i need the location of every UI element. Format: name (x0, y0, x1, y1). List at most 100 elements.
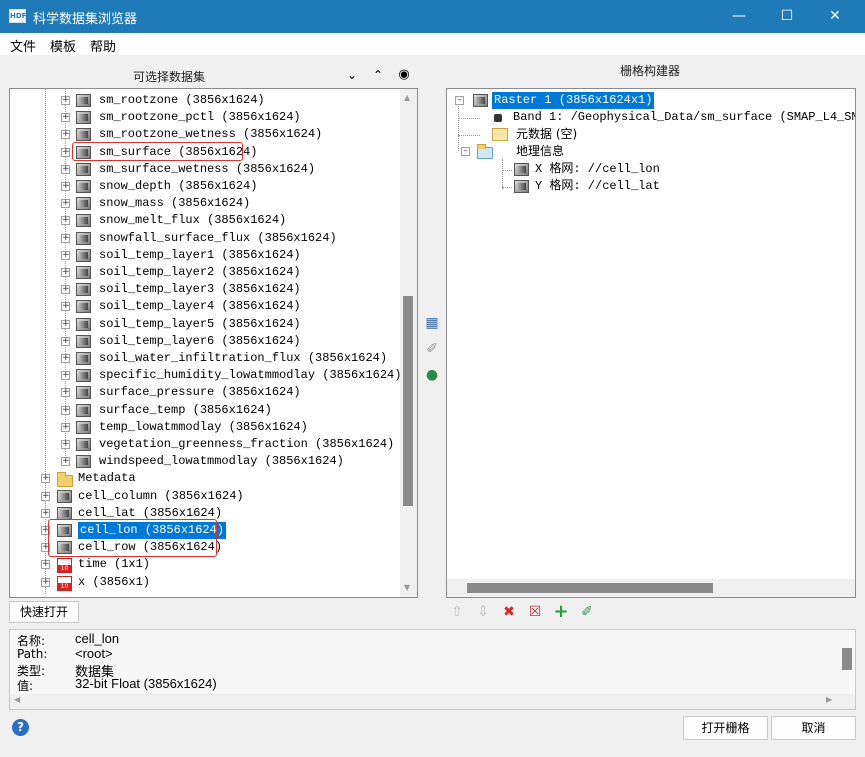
quick-open-button[interactable]: 快速打开 (9, 601, 79, 623)
dataset-item[interactable]: + sm_rootzone (3856x1624) (61, 92, 391, 109)
dataset-item[interactable]: + windspeed_lowatmmodlay (3856x1624) (61, 453, 391, 470)
expand-icon[interactable]: + (61, 319, 70, 329)
minimize-icon[interactable]: — (716, 0, 762, 33)
expand-icon[interactable]: + (41, 474, 50, 484)
expand-icon[interactable]: + (61, 268, 70, 277)
dataset-item[interactable]: + soil_temp_layer4 (3856x1624) (61, 298, 391, 315)
expand-icon[interactable]: + (61, 354, 70, 363)
close-icon[interactable]: ✕ (812, 0, 858, 33)
remove-all-icon[interactable]: ☒ (526, 603, 544, 621)
add-geo-grid-icon[interactable]: ✐ (578, 603, 596, 621)
expand-icon[interactable]: + (61, 250, 70, 260)
binoculars-icon[interactable]: ◉ (395, 66, 413, 84)
open-raster-button[interactable]: 打开栅格 (683, 716, 768, 740)
dataset-item[interactable]: + soil_temp_layer2 (3856x1624) (61, 264, 391, 281)
dataset-icon (76, 420, 91, 434)
menu-help[interactable]: 帮助 (90, 36, 116, 55)
expand-icon[interactable]: + (61, 164, 70, 174)
dataset-icon (76, 283, 91, 297)
highlight-box-cell-lon-row (48, 519, 217, 557)
expand-icon[interactable]: + (61, 96, 70, 105)
expand-icon[interactable]: + (61, 233, 70, 243)
x-grid-label: X 格网: //cell_lon (535, 162, 660, 176)
raster-builder-tree[interactable]: – Raster 1 (3856x1624x1) Band 1: /Geophy… (446, 88, 856, 598)
dataset-item[interactable]: + vegetation_greenness_fraction (3856x162… (61, 436, 394, 453)
add-geo-icon[interactable]: ● (423, 366, 441, 384)
add-icon[interactable]: + (552, 603, 570, 621)
dataset-item[interactable]: + surface_pressure (3856x1624) (61, 384, 391, 401)
dataset-item[interactable]: + soil_water_infiltration_flux (3856x1624… (61, 350, 391, 367)
scroll-left-icon[interactable]: ◀ (14, 695, 20, 704)
expand-icon[interactable]: + (41, 560, 50, 570)
dataset-item[interactable]: + snow_melt_flux (3856x1624) (61, 212, 391, 229)
expand-icon[interactable]: + (61, 199, 70, 209)
expand-icon[interactable]: + (61, 371, 70, 381)
dataset-item[interactable]: + surface_temp (3856x1624) (61, 402, 391, 419)
expand-icon[interactable]: + (61, 405, 70, 415)
expand-icon[interactable]: + (41, 508, 50, 518)
path-value: <root> (75, 646, 113, 661)
scroll-down-icon[interactable]: ▼ (404, 583, 410, 592)
help-icon[interactable]: ? (12, 719, 29, 736)
raster-row[interactable]: – Raster 1 (3856x1624x1) (455, 92, 845, 109)
scroll-up-icon[interactable]: ▲ (404, 93, 410, 102)
dataset-item[interactable]: +10 x (3856x1) (41, 574, 391, 591)
right-horizontal-scrollbar[interactable] (447, 579, 855, 597)
dataset-item[interactable]: + sm_rootzone_wetness (3856x1624) (61, 126, 391, 143)
left-scrollbar-thumb[interactable] (403, 296, 413, 506)
scroll-right-icon[interactable]: ▶ (826, 695, 832, 704)
dataset-item[interactable]: +10 time (1x1) (41, 556, 391, 574)
dataset-item[interactable]: + soil_temp_layer1 (3856x1624) (61, 247, 391, 264)
expand-icon[interactable]: + (61, 147, 70, 157)
chevron-up-icon[interactable]: ⌃ (369, 66, 387, 84)
collapse-icon[interactable]: – (455, 96, 464, 105)
dataset-item[interactable]: + specific_humidity_lowatmmodlay (3856x16… (61, 367, 401, 384)
add-band-icon[interactable]: ▦ (423, 314, 441, 332)
left-vertical-scrollbar[interactable]: ▲ ▼ (400, 89, 417, 597)
geo-info-row[interactable]: – 地理信息 (461, 143, 661, 160)
info-scrollbar-thumb[interactable] (842, 648, 852, 670)
expand-icon[interactable]: + (61, 422, 70, 432)
right-scrollbar-thumb[interactable] (467, 583, 713, 593)
move-up-icon[interactable]: ⇧ (448, 603, 466, 621)
cancel-button[interactable]: 取消 (771, 716, 856, 740)
expand-icon[interactable]: + (61, 457, 70, 467)
dataset-item[interactable]: + sm_surface_wetness (3856x1624) (61, 161, 391, 178)
expand-icon[interactable]: + (61, 113, 70, 123)
menu-template[interactable]: 模板 (50, 36, 76, 55)
collapse-icon[interactable]: – (461, 147, 470, 156)
info-horizontal-scrollbar[interactable]: ◀ ▶ (10, 694, 855, 709)
expand-icon[interactable]: + (61, 182, 70, 191)
dataset-item[interactable]: + snowfall_surface_flux (3856x1624) (61, 230, 391, 247)
expand-icon[interactable]: + (61, 336, 70, 346)
metadata-row[interactable]: 元数据 (空) (482, 126, 682, 143)
expand-icon[interactable]: + (61, 216, 70, 226)
delete-icon[interactable]: ✖ (500, 603, 518, 621)
expand-icon[interactable]: + (61, 440, 70, 449)
expand-icon[interactable]: + (61, 285, 70, 295)
dataset-item[interactable]: + soil_temp_layer6 (3856x1624) (61, 333, 391, 350)
maximize-icon[interactable]: ☐ (764, 0, 810, 33)
dataset-item[interactable]: + cell_column (3856x1624) (41, 488, 391, 505)
dataset-item[interactable]: + sm_rootzone_pctl (3856x1624) (61, 109, 391, 126)
band-row[interactable]: Band 1: /Geophysical_Data/sm_surface (SM… (482, 109, 855, 126)
expand-icon[interactable]: + (61, 130, 70, 140)
move-down-icon[interactable]: ⇩ (474, 603, 492, 621)
expand-icon[interactable]: + (41, 491, 50, 501)
dataset-item[interactable]: + soil_temp_layer5 (3856x1624) (61, 316, 391, 333)
dataset-item[interactable]: + soil_temp_layer3 (3856x1624) (61, 281, 391, 298)
menu-file[interactable]: 文件 (10, 36, 36, 55)
dataset-item[interactable]: + snow_mass (3856x1624) (61, 195, 391, 212)
dataset-item[interactable]: + Metadata (41, 470, 391, 488)
expand-icon[interactable]: + (41, 577, 50, 587)
y-grid-row[interactable]: Y 格网: //cell_lat (512, 178, 732, 195)
dataset-icon (76, 111, 91, 125)
dataset-item[interactable]: + snow_depth (3856x1624) (61, 178, 391, 195)
dataset-item[interactable]: + temp_lowatmmodlay (3856x1624) (61, 419, 391, 436)
chevron-down-icon[interactable]: ⌄ (343, 66, 361, 84)
expand-icon[interactable]: + (61, 302, 70, 312)
x-grid-row[interactable]: X 格网: //cell_lon (512, 161, 732, 178)
add-grid-icon[interactable]: ✐ (423, 340, 441, 358)
dataset-label: Metadata (78, 471, 136, 486)
expand-icon[interactable]: + (61, 388, 70, 398)
